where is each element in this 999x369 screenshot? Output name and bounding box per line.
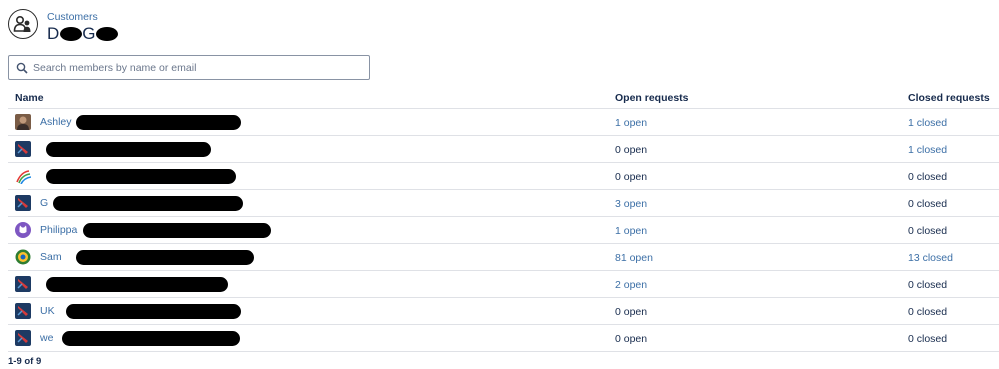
organization-icon: [8, 9, 38, 39]
member-name-cell: [15, 141, 40, 157]
table-row: Sam 81 open 13 closed: [8, 244, 999, 271]
open-requests-count: 0 open: [615, 333, 648, 345]
closed-requests-count: 0 closed: [908, 171, 948, 183]
search-box[interactable]: [8, 55, 370, 80]
member-name-link[interactable]: Sam: [40, 251, 62, 263]
member-name-link[interactable]: G: [40, 197, 48, 209]
default-avatar-icon: [15, 330, 31, 346]
breadcrumb-customers[interactable]: Customers: [47, 11, 98, 23]
redaction-mark: [95, 27, 118, 41]
member-name-cell: Ashley: [15, 114, 72, 130]
redaction-mark: [46, 142, 211, 157]
redaction-mark: [62, 331, 240, 346]
closed-requests-count: 0 closed: [908, 279, 948, 291]
search-input[interactable]: [33, 61, 353, 74]
open-requests-count: 0 open: [615, 171, 648, 183]
default-avatar-icon: [15, 195, 31, 211]
column-header-closed-requests[interactable]: Closed requests: [908, 92, 990, 104]
table-row: UK 0 open 0 closed: [8, 298, 999, 325]
table-body: Ashley 1 open 1 closed 0 open 1 closed 0 open…: [8, 109, 999, 352]
member-name-cell: we: [15, 330, 53, 346]
default-avatar-icon: [15, 303, 31, 319]
member-name-cell: G: [15, 195, 48, 211]
open-requests-count[interactable]: 1 open: [615, 117, 647, 129]
table-row: 0 open 1 closed: [8, 136, 999, 163]
member-name-cell: UK: [15, 303, 55, 319]
open-requests-count[interactable]: 3 open: [615, 198, 647, 210]
member-name-link[interactable]: we: [40, 332, 53, 344]
members-table: Name Open requests Closed requests Ashle…: [8, 87, 999, 352]
open-requests-count: 0 open: [615, 306, 648, 318]
closed-requests-count: 0 closed: [908, 198, 948, 210]
closed-requests-count[interactable]: 13 closed: [908, 252, 953, 264]
redaction-mark: [60, 27, 83, 41]
table-row: Ashley 1 open 1 closed: [8, 109, 999, 136]
redaction-mark: [76, 250, 254, 265]
open-requests-count: 0 open: [615, 144, 648, 156]
photo-avatar-icon: [15, 114, 31, 130]
redaction-mark: [76, 115, 241, 130]
closed-requests-count[interactable]: 1 closed: [908, 144, 947, 156]
member-name-cell: Sam: [15, 249, 62, 265]
redaction-mark: [53, 196, 243, 211]
closed-requests-count: 0 closed: [908, 225, 948, 237]
member-name-link[interactable]: UK: [40, 305, 55, 317]
redaction-mark: [83, 223, 271, 238]
table-row: Philippa 1 open 0 closed: [8, 217, 999, 244]
table-row: 2 open 0 closed: [8, 271, 999, 298]
member-name-cell: [15, 276, 40, 292]
open-requests-count[interactable]: 1 open: [615, 225, 647, 237]
table-row: we 0 open 0 closed: [8, 325, 999, 352]
open-requests-count[interactable]: 81 open: [615, 252, 653, 264]
badge-avatar-icon: [15, 249, 31, 265]
default-avatar-icon: [15, 276, 31, 292]
column-header-open-requests[interactable]: Open requests: [615, 92, 689, 104]
open-requests-count[interactable]: 2 open: [615, 279, 647, 291]
column-header-name[interactable]: Name: [15, 92, 44, 104]
search-icon: [16, 62, 28, 74]
pagination-summary: 1-9 of 9: [8, 356, 42, 367]
redaction-mark: [46, 277, 228, 292]
default-avatar-icon: [15, 141, 31, 157]
cat-avatar-icon: [15, 222, 31, 238]
table-row: G 3 open 0 closed: [8, 190, 999, 217]
member-name-link[interactable]: Philippa: [40, 224, 77, 236]
page-title-first: D: [47, 24, 60, 43]
member-name-cell: [15, 168, 40, 184]
table-header: Name Open requests Closed requests: [8, 87, 999, 109]
redaction-mark: [46, 169, 236, 184]
page-title-second: G: [82, 24, 96, 43]
page-title: D G: [47, 24, 118, 44]
rainbow-avatar-icon: [15, 168, 31, 184]
closed-requests-count[interactable]: 1 closed: [908, 117, 947, 129]
member-name-cell: Philippa: [15, 222, 77, 238]
member-name-link[interactable]: Ashley: [40, 116, 72, 128]
closed-requests-count: 0 closed: [908, 306, 948, 318]
closed-requests-count: 0 closed: [908, 333, 948, 345]
redaction-mark: [66, 304, 241, 319]
table-row: 0 open 0 closed: [8, 163, 999, 190]
